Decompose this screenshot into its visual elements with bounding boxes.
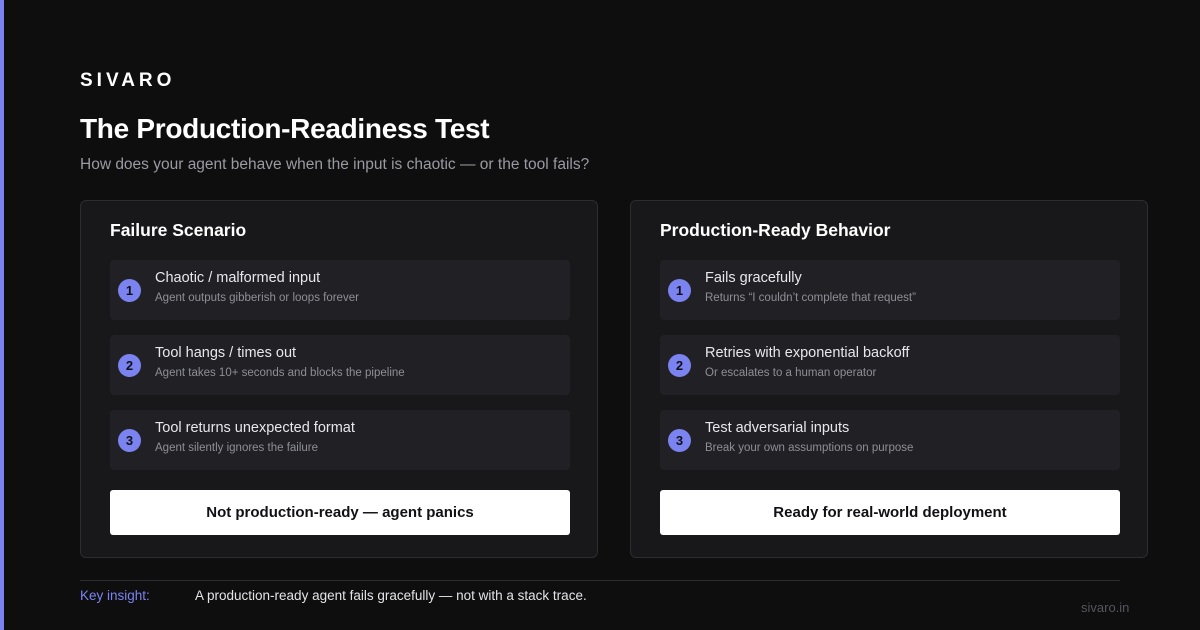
page-subtitle: How does your agent behave when the inpu… [80, 156, 590, 173]
item-description: Agent outputs gibberish or loops forever [155, 292, 359, 304]
number-badge: 1 [668, 279, 691, 302]
site-url: sivaro.in [1081, 600, 1130, 615]
item-description: Agent silently ignores the failure [155, 442, 319, 454]
behavior-item: 1 Fails gracefully Returns “I couldn’t c… [660, 260, 1120, 320]
behavior-item: 3 Test adversarial inputs Break your own… [660, 410, 1120, 470]
accent-bar [0, 0, 4, 630]
number-badge: 3 [118, 429, 141, 452]
behavior-item: 2 Retries with exponential backoff Or es… [660, 335, 1120, 395]
brand-logo: SIVARO [80, 70, 176, 91]
item-title: Fails gracefully [705, 270, 802, 286]
number-badge: 2 [668, 354, 691, 377]
number-badge: 2 [118, 354, 141, 377]
panel-title: Failure Scenario [110, 220, 247, 240]
key-insight-text: A production-ready agent fails gracefull… [195, 588, 587, 603]
scenario-item: 1 Chaotic / malformed input Agent output… [110, 260, 570, 320]
verdict-banner: Not production-ready — agent panics [110, 490, 570, 535]
item-description: Break your own assumptions on purpose [705, 442, 914, 454]
page-title: The Production-Readiness Test [80, 113, 490, 144]
number-badge: 1 [118, 279, 141, 302]
failure-scenario-panel: Failure Scenario 1 Chaotic / malformed i… [80, 200, 598, 558]
footer-divider [80, 580, 1120, 581]
item-title: Test adversarial inputs [705, 420, 850, 436]
item-title: Tool hangs / times out [155, 345, 297, 361]
item-title: Chaotic / malformed input [155, 270, 321, 286]
production-ready-panel: Production-Ready Behavior 1 Fails gracef… [630, 200, 1148, 558]
scenario-item: 3 Tool returns unexpected format Agent s… [110, 410, 570, 470]
item-description: Or escalates to a human operator [705, 367, 877, 379]
key-insight-label: Key insight: [80, 588, 150, 603]
item-description: Agent takes 10+ seconds and blocks the p… [155, 367, 405, 379]
item-description: Returns “I couldn’t complete that reques… [705, 292, 916, 304]
panel-title: Production-Ready Behavior [660, 220, 891, 240]
item-title: Tool returns unexpected format [155, 420, 355, 436]
item-title: Retries with exponential backoff [705, 345, 910, 361]
scenario-item: 2 Tool hangs / times out Agent takes 10+… [110, 335, 570, 395]
number-badge: 3 [668, 429, 691, 452]
verdict-banner: Ready for real-world deployment [660, 490, 1120, 535]
